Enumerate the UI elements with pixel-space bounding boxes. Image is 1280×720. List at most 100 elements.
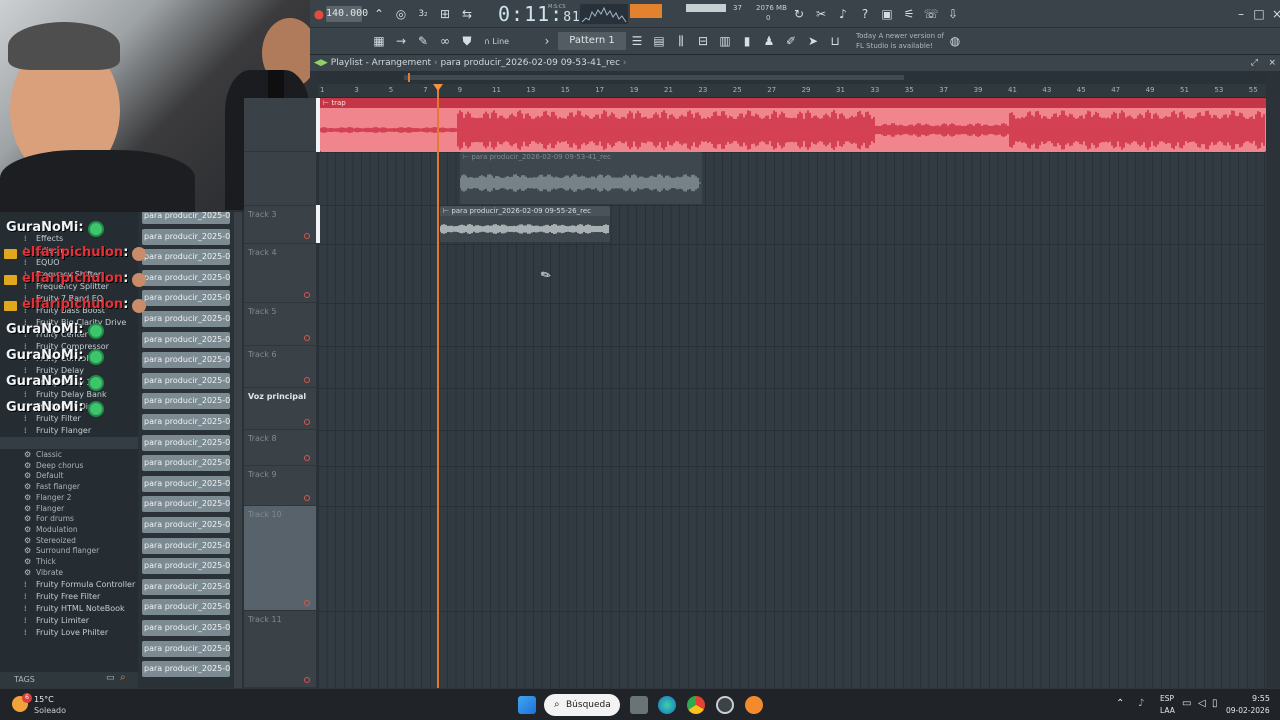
- playhead[interactable]: [437, 84, 439, 688]
- mute-dot-icon[interactable]: [304, 335, 310, 341]
- snap-selector[interactable]: ∩ Line: [484, 34, 536, 49]
- picker-clip[interactable]: para producir_2025-06-...: [142, 578, 230, 595]
- picker-clip[interactable]: para producir_2025-06-...: [142, 620, 230, 636]
- browser-icon[interactable]: ⊟: [694, 32, 712, 50]
- picker-clip[interactable]: para producir_2025-06-...: [142, 434, 230, 451]
- preset-item[interactable]: Stereoized: [36, 536, 76, 545]
- picker-clip[interactable]: para producir_2025-06-...: [142, 212, 230, 224]
- taskbar-search[interactable]: ⌕ Búsqueda: [544, 694, 620, 716]
- piano-icon[interactable]: ▦: [370, 32, 388, 50]
- project-icon[interactable]: ▮: [738, 32, 756, 50]
- lang-secondary[interactable]: LAA: [1160, 706, 1175, 715]
- loop-record-icon[interactable]: ◎: [392, 5, 410, 23]
- mute-dot-icon[interactable]: [304, 600, 310, 606]
- picker-scrollbar[interactable]: [234, 212, 242, 688]
- battery-icon[interactable]: ▯: [1212, 698, 1218, 709]
- audio-clip-trap[interactable]: ⊢ trap: [320, 98, 1266, 152]
- chat-icon[interactable]: ☏: [922, 5, 940, 23]
- mute-dot-icon[interactable]: [304, 455, 310, 461]
- picker-clip[interactable]: para producir_2025-06-...: [142, 372, 230, 389]
- save-icon[interactable]: ▣: [878, 5, 896, 23]
- track-header[interactable]: Track 3: [244, 206, 316, 244]
- tags-label[interactable]: TAGS: [14, 675, 35, 684]
- help-icon[interactable]: ?: [856, 5, 874, 23]
- folder-icon[interactable]: ▭: [106, 673, 115, 683]
- browser-item[interactable]: Effects: [36, 234, 63, 243]
- maximize-icon[interactable]: □: [1250, 5, 1268, 23]
- track-header[interactable]: Voz principal: [244, 388, 316, 430]
- detach-icon[interactable]: ⤢: [1251, 55, 1258, 71]
- picker-clip[interactable]: para producir_2025-06-...: [142, 475, 230, 492]
- picker-clip[interactable]: para producir_2025-06-...: [142, 311, 230, 327]
- pattern-selector[interactable]: Pattern 1: [558, 32, 626, 50]
- track-header[interactable]: Track 10: [244, 506, 316, 611]
- mic-tray-icon[interactable]: ♪: [1138, 698, 1144, 709]
- playlist-close-icon[interactable]: ×: [1268, 55, 1276, 71]
- brush-icon[interactable]: ✐: [782, 32, 800, 50]
- audio-clip-rec2[interactable]: ⊢ para producir_2026-02-09 09-55-26_rec: [440, 206, 610, 242]
- track-header[interactable]: Track 6: [244, 346, 316, 388]
- clock-date[interactable]: 09-02-2026: [1226, 706, 1270, 715]
- browser-item[interactable]: Fruity Free Filter: [36, 592, 100, 601]
- plugin-picker-icon[interactable]: ▥: [716, 32, 734, 50]
- preset-item[interactable]: Deep chorus: [36, 461, 83, 470]
- clock-time[interactable]: 9:55: [1252, 694, 1270, 703]
- track3-selector[interactable]: [316, 205, 320, 243]
- picker-clip[interactable]: para producir_2025-06-...: [142, 393, 230, 410]
- overview-bar[interactable]: [318, 71, 1266, 84]
- fl-studio-icon[interactable]: [745, 696, 763, 714]
- stamp-icon[interactable]: ⛊: [458, 32, 476, 50]
- picker-clip[interactable]: para producir_2025-06-...: [142, 640, 230, 657]
- volume-icon[interactable]: ◁: [1198, 698, 1206, 709]
- download-icon[interactable]: ⇩: [944, 5, 962, 23]
- preset-item[interactable]: Flanger: [36, 504, 64, 513]
- track-header[interactable]: Track 8: [244, 430, 316, 466]
- playlist-icon[interactable]: ☰: [628, 32, 646, 50]
- blend-icon[interactable]: ⊞: [436, 5, 454, 23]
- breadcrumb[interactable]: para producir_2026-02-09 09-53-41_rec: [440, 58, 620, 68]
- mute-dot-icon[interactable]: [304, 233, 310, 239]
- preset-item[interactable]: Default: [36, 471, 63, 480]
- mute-dot-icon[interactable]: [304, 495, 310, 501]
- picker-clip[interactable]: para producir_2025-06-...: [142, 558, 230, 575]
- playhead-marker[interactable]: [433, 84, 443, 91]
- picker-clip[interactable]: para producir_2025-06-...: [142, 599, 230, 616]
- mixer-icon[interactable]: ⫼: [672, 32, 690, 50]
- picker-clip[interactable]: para producir_2025-06-...: [142, 331, 230, 348]
- browser-item[interactable]: Fruity Flanger: [36, 426, 91, 435]
- mute-dot-icon[interactable]: [304, 419, 310, 425]
- network-icon[interactable]: ▭: [1182, 698, 1191, 709]
- track-header[interactable]: [244, 98, 316, 152]
- mute-dot-icon[interactable]: [304, 677, 310, 683]
- picker-clip[interactable]: para producir_2025-06-...: [142, 537, 230, 554]
- touch-keyboard-icon[interactable]: ♟: [760, 32, 778, 50]
- time-display[interactable]: 0:11:81: [498, 2, 581, 26]
- globe-icon[interactable]: ◍: [946, 32, 964, 50]
- picker-clip[interactable]: para producir_2025-06-...: [142, 455, 230, 472]
- track-header[interactable]: Track 9: [244, 466, 316, 506]
- close-icon[interactable]: ×: [1268, 5, 1280, 23]
- track-header[interactable]: Track 4: [244, 244, 316, 303]
- cut-icon[interactable]: ✂: [812, 5, 830, 23]
- undo-icon[interactable]: ↻: [790, 5, 808, 23]
- tray-chevron-icon[interactable]: ⌃: [1116, 698, 1124, 709]
- preset-item[interactable]: Fast flanger: [36, 482, 80, 491]
- mic-icon[interactable]: ♪: [834, 5, 852, 23]
- browser-item[interactable]: Fruity Delay Bank: [36, 390, 107, 399]
- mute-dot-icon[interactable]: [304, 292, 310, 298]
- preset-item[interactable]: Surround flanger: [36, 546, 99, 555]
- wait-icon[interactable]: ⇆: [458, 5, 476, 23]
- windows-start-icon[interactable]: [518, 696, 536, 714]
- picker-clip[interactable]: para producir_2025-06-...: [142, 269, 230, 286]
- preset-item[interactable]: Thick: [36, 557, 56, 566]
- minimize-icon[interactable]: –: [1232, 5, 1250, 23]
- tempo-display[interactable]: 140.000: [326, 6, 368, 22]
- picker-clip[interactable]: para producir_2025-06-...: [142, 228, 230, 245]
- preset-item[interactable]: Vibrate: [36, 568, 63, 577]
- mute-dot-icon[interactable]: [304, 377, 310, 383]
- draw-icon[interactable]: ✎: [414, 32, 432, 50]
- browser-item[interactable]: Fruity HTML NoteBook: [36, 604, 125, 613]
- picker-clip[interactable]: para producir_2025-06-...: [142, 352, 230, 369]
- browser-item[interactable]: Fruity Limiter: [36, 616, 89, 625]
- picker-clip[interactable]: para producir_2025-06-...: [142, 290, 230, 307]
